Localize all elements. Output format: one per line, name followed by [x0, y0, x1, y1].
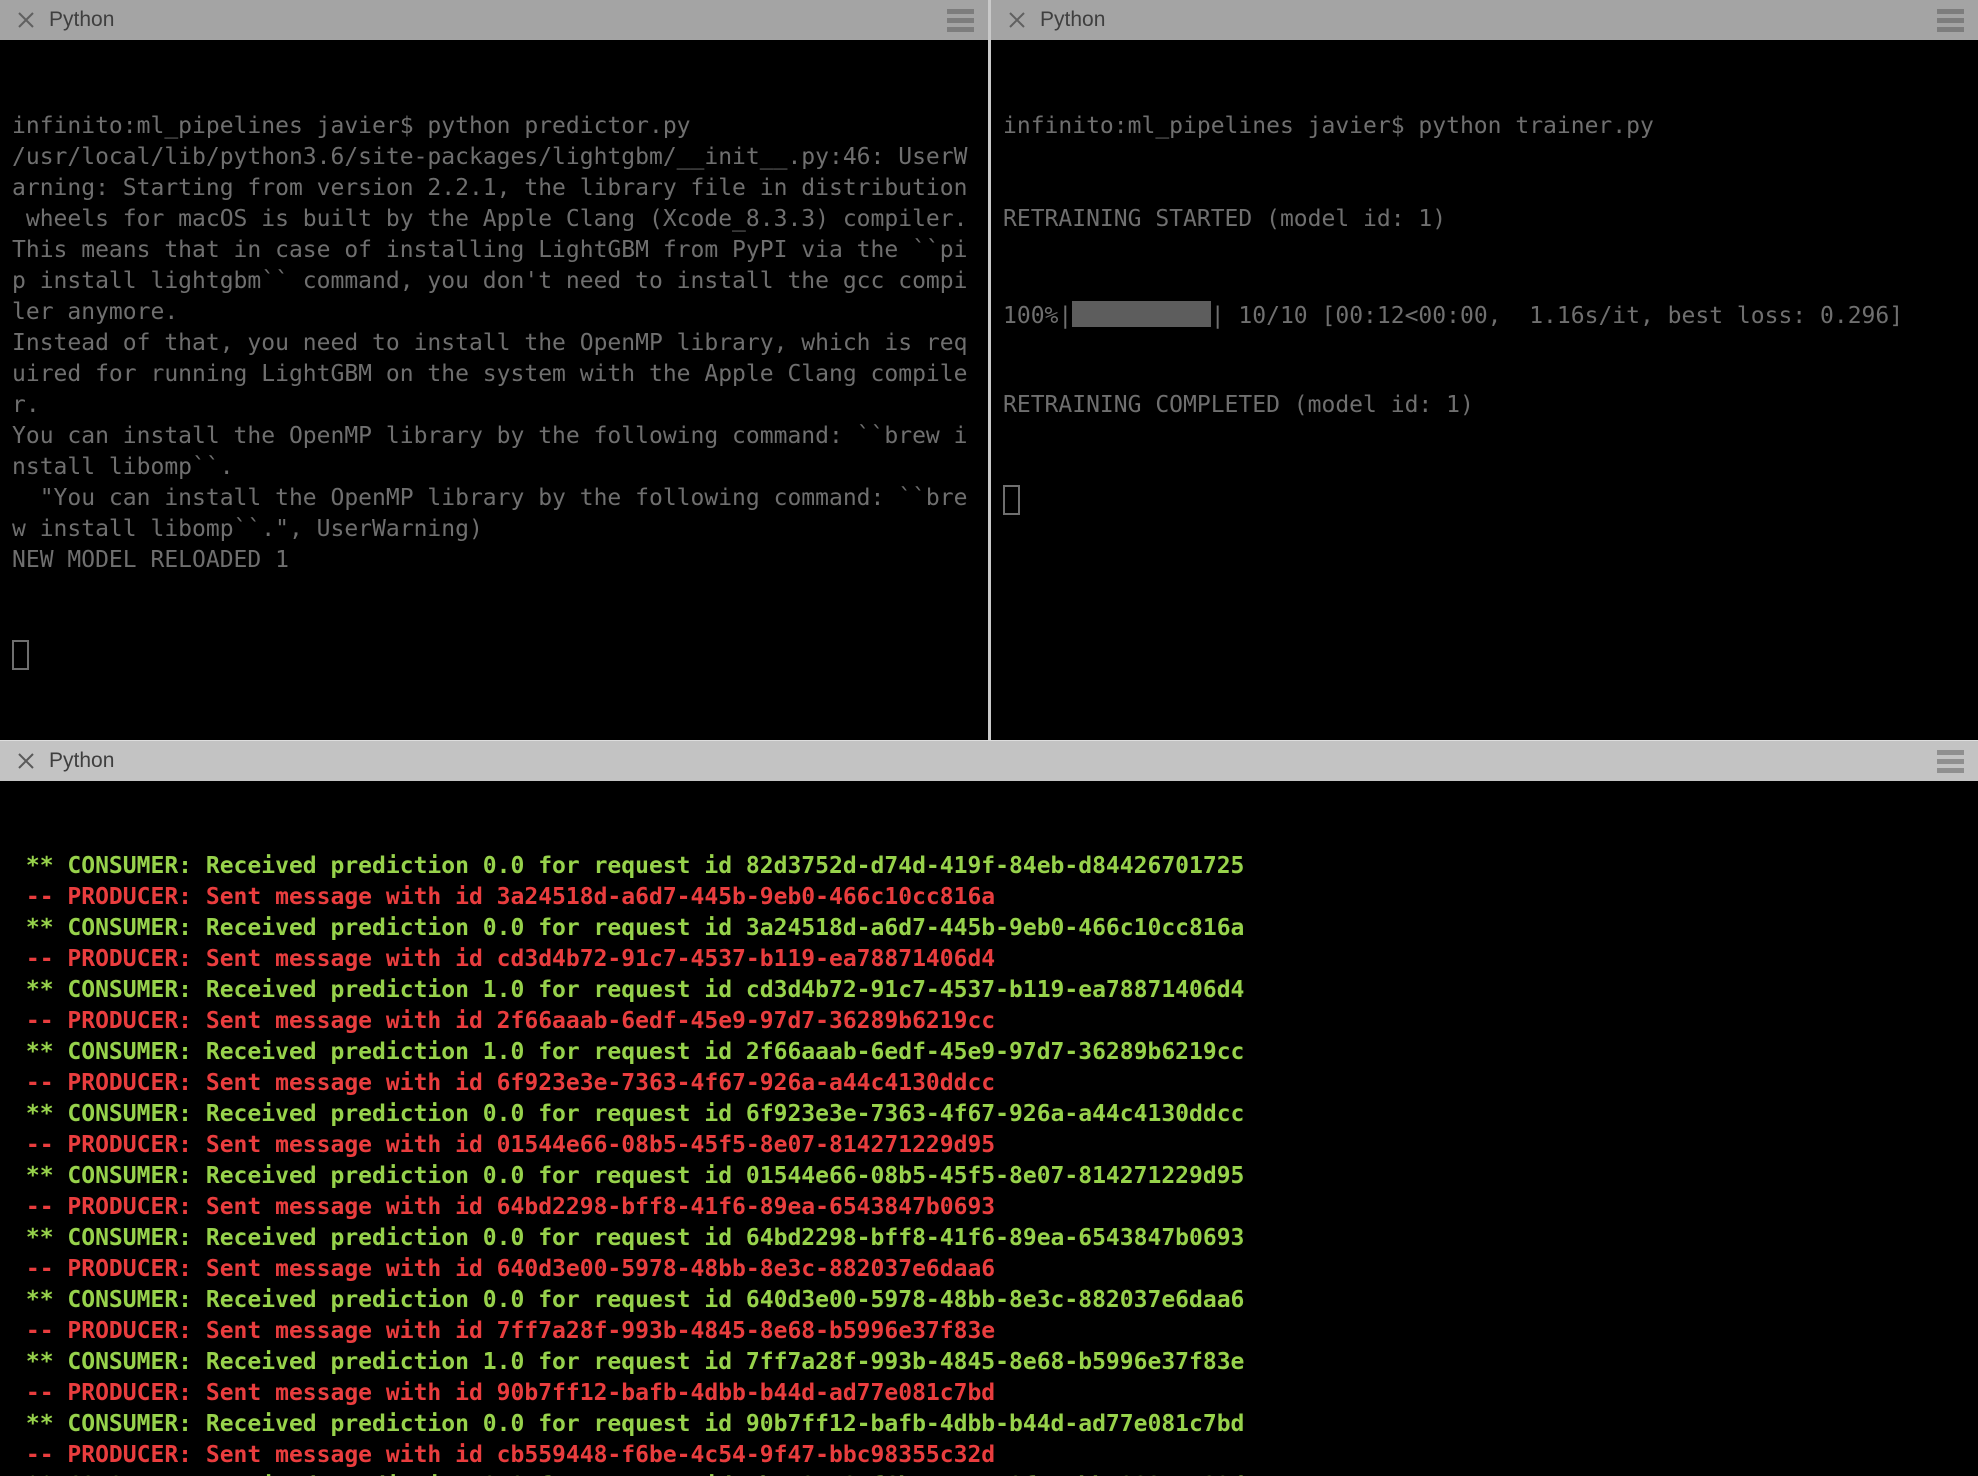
progress-line: 100%| | 10/10 [00:12<00:00, 1.16s/it, bes… — [1003, 297, 1978, 329]
pane-divider[interactable] — [988, 0, 991, 740]
log-line-producer: -- PRODUCER: Sent message with id 7ff7a2… — [12, 1318, 996, 1344]
terminal-line: RETRAINING STARTED (model id: 1) — [1003, 206, 1447, 232]
terminal-cursor — [1003, 485, 1020, 515]
menu-button[interactable] — [1937, 746, 1964, 777]
window-title: Python — [49, 8, 115, 31]
terminal-line: ler anymore. — [12, 299, 179, 325]
log-line-consumer: ** CONSUMER: Received prediction 1.0 for… — [12, 1349, 1245, 1375]
titlebar-predictor[interactable]: Python — [0, 0, 988, 40]
close-button[interactable] — [16, 751, 36, 771]
terminal-line: infinito:ml_pipelines javier$ python pre… — [12, 113, 691, 139]
log-line-producer: -- PRODUCER: Sent message with id cd3d4b… — [12, 946, 996, 972]
log-line-consumer: ** CONSUMER: Received prediction 0.0 for… — [12, 1101, 1245, 1127]
progress-suffix: | 10/10 [00:12<00:00, 1.16s/it, best los… — [1210, 303, 1904, 329]
log-line-producer: -- PRODUCER: Sent message with id 90b7ff… — [12, 1380, 996, 1406]
log-line-consumer: ** CONSUMER: Received prediction 0.0 for… — [12, 1411, 1245, 1437]
close-button[interactable] — [1007, 10, 1027, 30]
terminal-cursor — [12, 640, 29, 670]
close-icon — [1009, 12, 1025, 28]
terminal-line: uired for running LightGBM on the system… — [12, 361, 968, 387]
terminal-line: p install lightgbm`` command, you don't … — [12, 268, 968, 294]
terminal-content-log[interactable]: ** CONSUMER: Received prediction 0.0 for… — [0, 780, 1978, 1476]
terminal-line: RETRAINING COMPLETED (model id: 1) — [1003, 392, 1474, 418]
cursor-line — [12, 638, 988, 670]
log-line-consumer: ** CONSUMER: Received prediction 1.0 for… — [12, 977, 1245, 1003]
terminal-content-predictor[interactable]: infinito:ml_pipelines javier$ python pre… — [0, 40, 988, 740]
close-button[interactable] — [16, 10, 36, 30]
log-line-consumer: ** CONSUMER: Received prediction 0.0 for… — [12, 1163, 1245, 1189]
log-line-producer: -- PRODUCER: Sent message with id 3a2451… — [12, 884, 996, 910]
log-line-consumer: ** CONSUMER: Received prediction 0.0 for… — [12, 1225, 1245, 1251]
close-icon — [18, 12, 34, 28]
hamburger-icon — [1937, 749, 1964, 755]
progress-prefix: 100%| — [1003, 303, 1073, 329]
menu-button[interactable] — [1937, 5, 1964, 36]
log-line-consumer: ** CONSUMER: Received prediction 1.0 for… — [12, 1039, 1245, 1065]
menu-button[interactable] — [947, 5, 974, 36]
log-line-producer: -- PRODUCER: Sent message with id 2f66aa… — [12, 1008, 996, 1034]
titlebar-trainer[interactable]: Python — [991, 0, 1978, 40]
log-line-consumer: ** CONSUMER: Received prediction 0.0 for… — [12, 853, 1245, 879]
log-line-producer: -- PRODUCER: Sent message with id 6f923e… — [12, 1070, 996, 1096]
terminal-line: nstall libomp``. — [12, 454, 234, 480]
terminal-line: NEW MODEL RELOADED 1 — [12, 547, 289, 573]
log-line-producer: -- PRODUCER: Sent message with id 64bd22… — [12, 1194, 996, 1220]
terminal-line: arning: Starting from version 2.2.1, the… — [12, 175, 968, 201]
terminal-line: You can install the OpenMP library by th… — [12, 423, 968, 449]
terminal-line: wheels for macOS is built by the Apple C… — [12, 206, 968, 232]
consumer-producer-log: ** CONSUMER: Received prediction 0.0 for… — [12, 851, 1978, 1476]
titlebar-log[interactable]: Python — [0, 740, 1978, 781]
terminal-line: Instead of that, you need to install the… — [12, 330, 968, 356]
predictor-output: infinito:ml_pipelines javier$ python pre… — [12, 111, 988, 576]
progress-bar — [1072, 301, 1211, 327]
terminal-line: "You can install the OpenMP library by t… — [12, 485, 968, 511]
terminal-window-predictor: Python infinito:ml_pipelines javier$ pyt… — [0, 0, 988, 740]
log-line-consumer: ** CONSUMER: Received prediction 0.0 for… — [12, 915, 1245, 941]
close-icon — [18, 753, 34, 769]
terminal-line: r. — [12, 392, 40, 418]
window-title: Python — [1040, 8, 1106, 31]
terminal-content-trainer[interactable]: infinito:ml_pipelines javier$ python tra… — [991, 40, 1978, 740]
window-title: Python — [49, 749, 115, 772]
hamburger-icon — [947, 8, 974, 14]
log-line-producer: -- PRODUCER: Sent message with id 640d3e… — [12, 1256, 996, 1282]
log-line-consumer: ** CONSUMER: Received prediction 0.0 for… — [12, 1471, 1978, 1476]
hamburger-icon — [1937, 8, 1964, 14]
terminal-line: /usr/local/lib/python3.6/site-packages/l… — [12, 144, 968, 170]
cursor-line — [1003, 483, 1978, 515]
terminal-window-trainer: Python infinito:ml_pipelines javier$ pyt… — [991, 0, 1978, 740]
terminal-line: infinito:ml_pipelines javier$ python tra… — [1003, 113, 1654, 139]
terminal-line: This means that in case of installing Li… — [12, 237, 968, 263]
terminal-window-consumer-producer: Python ** CONSUMER: Received prediction … — [0, 740, 1978, 1476]
log-line-producer: -- PRODUCER: Sent message with id 01544e… — [12, 1132, 996, 1158]
log-line-producer: -- PRODUCER: Sent message with id cb5594… — [12, 1442, 996, 1468]
terminal-line: w install libomp``.", UserWarning) — [12, 516, 483, 542]
log-line-consumer: ** CONSUMER: Received prediction 0.0 for… — [12, 1287, 1245, 1313]
